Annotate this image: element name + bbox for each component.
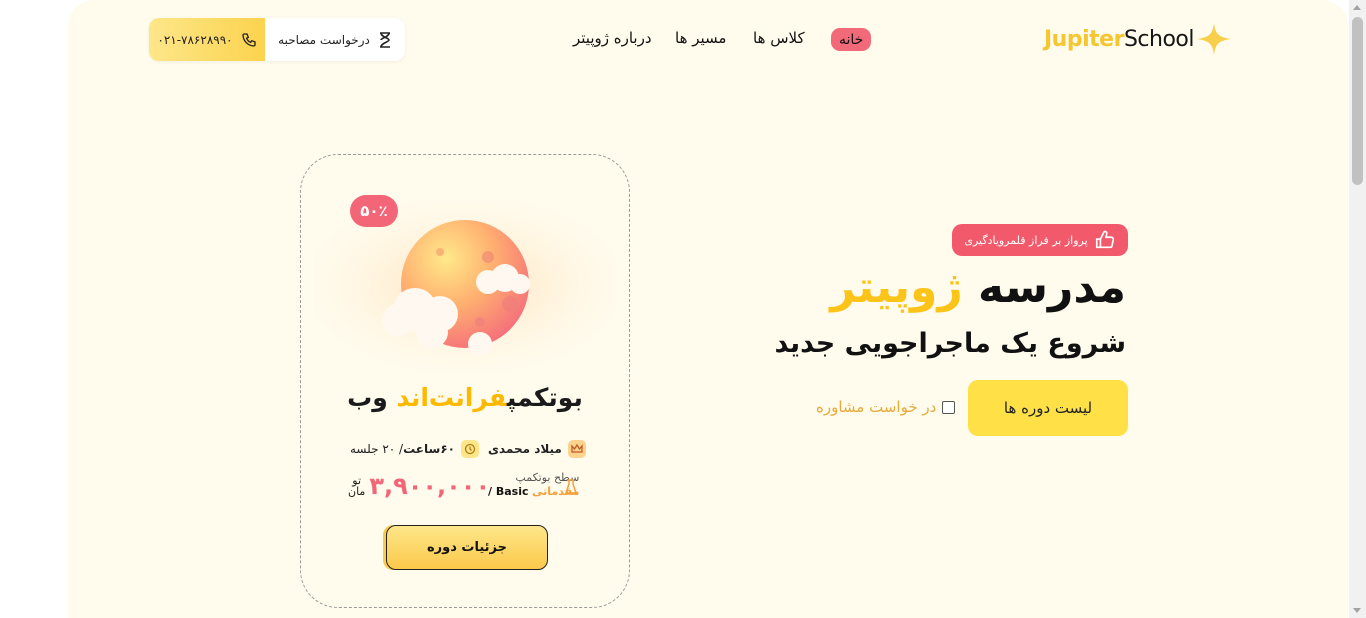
duration-text: ۶۰ساعت/ ۲۰ جلسه	[350, 442, 455, 456]
nav-paths[interactable]: مسیر ها	[675, 29, 726, 47]
consult-request[interactable]: در خواست مشاوره	[816, 396, 956, 418]
hero-title-plain: مدرسه	[978, 262, 1126, 313]
clock-icon	[460, 440, 479, 458]
interview-request-label: درخواست مصاحبه	[278, 32, 370, 47]
duration-sessions: / ۲۰ جلسه	[350, 442, 404, 456]
instructor-name: میلاد محمدی	[488, 442, 562, 456]
scroll-down-icon[interactable]	[1353, 608, 1361, 613]
hero-title: مدرسه ژوپیتر	[830, 262, 1126, 313]
header-actions: ۰۲۱-۷۸۶۲۸۹۹۰ درخواست مصاحبه	[149, 18, 405, 61]
page-scrollbar[interactable]	[1349, 0, 1366, 618]
flask-icon	[564, 479, 578, 494]
price: تو مان ۳,۹۰۰,۰۰۰	[348, 472, 490, 500]
scrollbar-thumb[interactable]	[1352, 17, 1363, 185]
nav-home[interactable]: خانه	[831, 28, 872, 51]
course-list-button-label: لیست دوره ها	[1003, 399, 1093, 417]
phone-icon	[241, 32, 256, 47]
course-title-part1: بوتکمپ	[506, 383, 583, 412]
scroll-up-icon[interactable]	[1353, 5, 1361, 10]
thumbs-up-icon	[1095, 230, 1114, 249]
sparkle-star-icon	[1196, 23, 1231, 55]
instructor-row: میلاد محمدی	[488, 440, 586, 458]
course-details-button-label: جزئیات دوره	[426, 540, 508, 555]
logo-word-school: School	[1123, 26, 1195, 52]
interview-request-button[interactable]: درخواست مصاحبه	[265, 18, 405, 61]
price-currency: تو مان	[348, 475, 365, 497]
duration-row: ۶۰ساعت/ ۲۰ جلسه	[350, 440, 479, 458]
currency-bottom: مان	[348, 485, 366, 498]
duration-hours: ۶۰ساعت	[403, 442, 455, 456]
course-details-button[interactable]: جزئیات دوره	[386, 525, 548, 570]
hero-title-highlight: ژوپیتر	[830, 262, 963, 313]
hero-subtitle: شروع یک ماجراجویی جدید	[774, 328, 1126, 359]
course-title[interactable]: بوتکمپفرانت‌اند وب	[315, 383, 615, 412]
nav-about[interactable]: درباره ژوپیتر	[573, 29, 652, 47]
planet-illustration	[382, 220, 530, 356]
page-background	[68, 0, 1348, 618]
course-list-button[interactable]: لیست دوره ها	[968, 380, 1128, 436]
hourglass-icon	[379, 31, 390, 48]
phone-button[interactable]: ۰۲۱-۷۸۶۲۸۹۹۰	[149, 18, 265, 61]
hero-badge-label: پرواز بر فراز قلمرویادگیری	[964, 233, 1088, 247]
level-basic: Basic /	[488, 485, 529, 498]
phone-number: ۰۲۱-۷۸۶۲۸۹۹۰	[157, 32, 233, 47]
crown-icon	[567, 440, 586, 458]
price-value: ۳,۹۰۰,۰۰۰	[369, 472, 491, 500]
consult-label: در خواست مشاوره	[816, 398, 937, 416]
nav-classes[interactable]: کلاس ها	[753, 29, 805, 47]
course-title-highlight: فرانت‌اند	[396, 383, 507, 412]
hero-badge: پرواز بر فراز قلمرویادگیری	[952, 224, 1128, 256]
consult-checkbox[interactable]	[942, 400, 956, 414]
logo-word-jupiter: Jupiter	[1044, 26, 1124, 52]
course-title-part2: وب	[347, 383, 388, 412]
jupiter-school-logo[interactable]: Jupiter School	[1044, 22, 1232, 56]
nav-home-label: خانه	[839, 31, 864, 48]
